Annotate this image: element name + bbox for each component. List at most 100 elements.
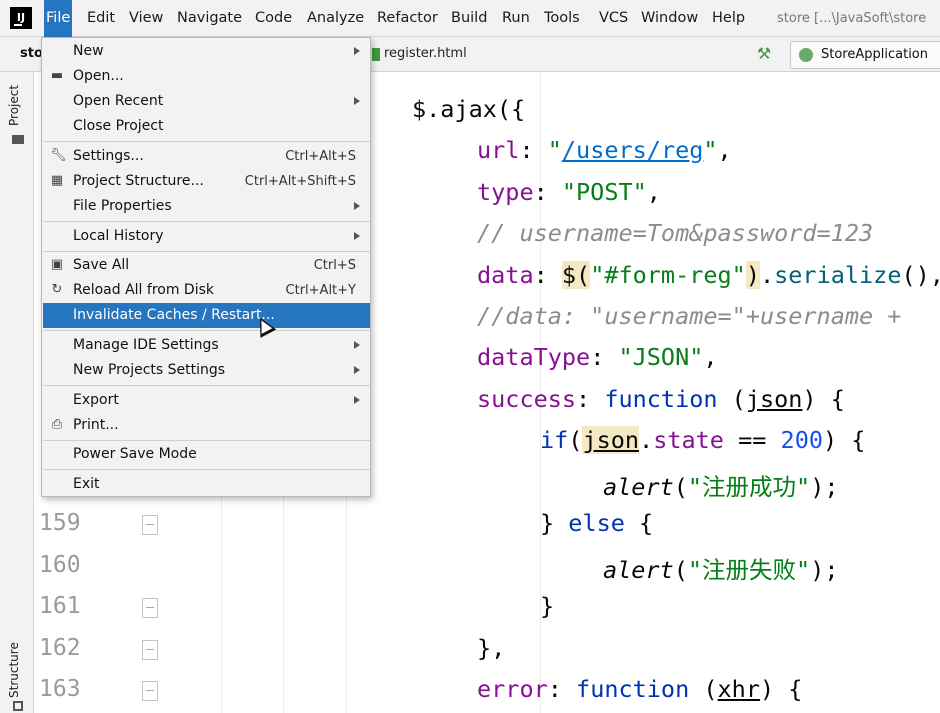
tab-register-html[interactable]: register.html [370, 37, 467, 71]
menu-item-export[interactable]: Export [43, 388, 370, 413]
menu-item-print[interactable]: ⎙ Print... [43, 413, 370, 438]
menu-item-invalidate-caches[interactable]: Invalidate Caches / Restart... [43, 303, 370, 328]
menu-item-label: New Projects Settings [73, 362, 226, 378]
menu-item-save-all[interactable]: ▣ Save All Ctrl+S [43, 253, 370, 278]
submenu-arrow-icon [354, 396, 360, 404]
menu-analyze[interactable]: Analyze [305, 0, 366, 37]
menu-item-file-properties[interactable]: File Properties [43, 194, 370, 219]
project-tool-window-button[interactable]: Project [7, 85, 21, 126]
menu-item-label: Local History [73, 228, 164, 244]
code-line: type: "POST", [477, 178, 661, 206]
structure-icon [13, 701, 23, 711]
line-number: 161 [39, 593, 81, 619]
fold-marker-icon[interactable] [142, 640, 158, 660]
menu-item-label: Print... [73, 417, 119, 433]
menu-bar: IJ File Edit View Navigate Code Analyze … [0, 0, 940, 37]
menu-item-reload-all[interactable]: ↻ Reload All from Disk Ctrl+Alt+Y [43, 278, 370, 303]
menu-item-new[interactable]: New [43, 39, 370, 64]
hammer-build-icon[interactable]: ⚒ [753, 43, 775, 65]
intellij-logo-icon: IJ [10, 7, 32, 29]
submenu-arrow-icon [354, 202, 360, 210]
menu-item-shortcut: Ctrl+Alt+Y [285, 283, 356, 298]
window-title: store [...\JavaSoft\store [777, 11, 927, 26]
run-configuration-selector[interactable]: StoreApplication [790, 41, 940, 69]
menu-item-new-projects-settings[interactable]: New Projects Settings [43, 358, 370, 383]
submenu-arrow-icon [354, 232, 360, 240]
submenu-arrow-icon [354, 366, 360, 374]
menu-help[interactable]: Help [710, 0, 747, 37]
spring-boot-icon [799, 48, 813, 62]
menu-item-label: File Properties [73, 198, 172, 214]
menu-item-label: Invalidate Caches / Restart... [73, 307, 275, 323]
code-line: } else { [540, 509, 654, 537]
menu-item-label: Open... [73, 68, 124, 84]
submenu-arrow-icon [354, 47, 360, 55]
code-line: error: function (xhr) { [477, 675, 803, 703]
navigation-bar-project[interactable]: sto [20, 37, 43, 70]
menu-item-label: Manage IDE Settings [73, 337, 219, 353]
line-number: 159 [39, 510, 81, 536]
menu-navigate[interactable]: Navigate [175, 0, 244, 37]
menu-item-settings[interactable]: 🔧︎ Settings... Ctrl+Alt+S [43, 144, 370, 169]
code-line: alert("注册失败"); [603, 556, 839, 584]
code-line: //data: "username="+username + [477, 302, 902, 330]
menu-tools[interactable]: Tools [542, 0, 582, 37]
menu-item-label: Export [73, 392, 119, 408]
menu-run[interactable]: Run [500, 0, 532, 37]
code-line: if(json.state == 200) { [540, 426, 866, 454]
menu-item-shortcut: Ctrl+Alt+Shift+S [244, 174, 356, 189]
menu-item-close-project[interactable]: Close Project [43, 114, 370, 139]
wrench-icon: 🔧︎ [50, 148, 67, 163]
structure-tool-window-button[interactable]: Structure [7, 642, 21, 698]
code-line: success: function (json) { [477, 385, 845, 413]
menu-code[interactable]: Code [253, 0, 294, 37]
line-number: 163 [39, 676, 81, 702]
menu-item-manage-ide-settings[interactable]: Manage IDE Settings [43, 333, 370, 358]
menu-item-label: Exit [73, 476, 100, 492]
submenu-arrow-icon [354, 341, 360, 349]
line-number: 160 [39, 552, 81, 578]
folder-icon: ▬ [50, 68, 64, 83]
menu-item-shortcut: Ctrl+S [313, 258, 356, 273]
reload-icon: ↻ [51, 282, 63, 297]
menu-item-power-save-mode[interactable]: Power Save Mode [43, 442, 370, 467]
menu-window[interactable]: Window [639, 0, 700, 37]
menu-view[interactable]: View [127, 0, 165, 37]
menu-separator [43, 221, 370, 222]
menu-item-label: Project Structure... [73, 173, 204, 189]
menu-separator [43, 469, 370, 470]
menu-build[interactable]: Build [449, 0, 489, 37]
submenu-arrow-icon [354, 97, 360, 105]
run-configuration-label: StoreApplication [821, 47, 928, 62]
menu-item-exit[interactable]: Exit [43, 472, 370, 497]
left-tool-strip: Project Structure [0, 72, 34, 713]
code-line: // username=Tom&password=123 [477, 219, 874, 247]
menu-edit[interactable]: Edit [85, 0, 117, 37]
code-line: }, [477, 634, 506, 662]
menu-item-label: Reload All from Disk [73, 282, 214, 298]
menu-vcs[interactable]: VCS [597, 0, 630, 37]
code-line: } [540, 592, 555, 620]
menu-separator [43, 330, 370, 331]
menu-item-label: Power Save Mode [73, 446, 197, 462]
menu-item-local-history[interactable]: Local History [43, 224, 370, 249]
menu-separator [43, 385, 370, 386]
menu-item-open-recent[interactable]: Open Recent [43, 89, 370, 114]
project-structure-icon: ▦ [50, 173, 64, 188]
folder-icon [12, 135, 24, 144]
menu-separator [43, 251, 370, 252]
fold-marker-icon[interactable] [142, 681, 158, 701]
menu-refactor[interactable]: Refactor [375, 0, 440, 37]
code-line: dataType: "JSON", [477, 343, 718, 371]
fold-marker-icon[interactable] [142, 598, 158, 618]
menu-item-label: New [73, 43, 104, 59]
menu-item-project-structure[interactable]: ▦ Project Structure... Ctrl+Alt+Shift+S [43, 169, 370, 194]
printer-icon: ⎙ [51, 417, 63, 432]
menu-separator [43, 440, 370, 441]
fold-marker-icon[interactable] [142, 515, 158, 535]
code-line: data: $("#form-reg").serialize(), [477, 261, 940, 289]
code-line: alert("注册成功"); [603, 473, 839, 501]
menu-file[interactable]: File [44, 0, 73, 37]
menu-separator [43, 141, 370, 142]
menu-item-open[interactable]: ▬ Open... [43, 64, 370, 89]
